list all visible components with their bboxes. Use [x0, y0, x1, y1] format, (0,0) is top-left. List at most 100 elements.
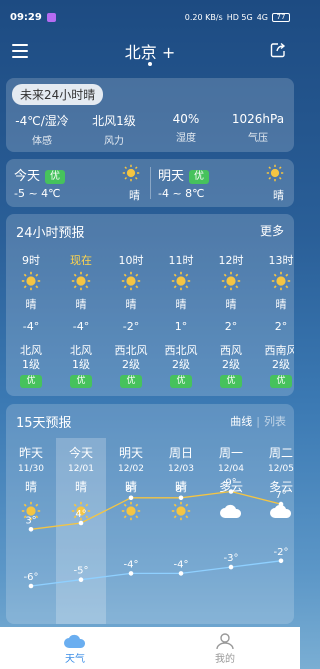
sun-icon — [6, 268, 56, 294]
sun-icon — [122, 164, 140, 182]
bottom-nav: 天气 我的 — [0, 627, 300, 669]
hour-column[interactable]: 12时晴 2° 西风 2级优 — [206, 252, 256, 388]
low-temp-label: -6° — [24, 572, 39, 583]
sun-icon — [106, 268, 156, 294]
hour-wind-dir: 西风 — [220, 344, 242, 357]
today-label: 今天 — [14, 169, 41, 184]
view-list-tab[interactable]: 列表 — [264, 415, 286, 428]
city-title[interactable]: 北京 + — [0, 39, 300, 63]
high-temp-point — [78, 520, 84, 526]
today-tomorrow-card[interactable]: 今天优 -5 ~ 4℃ 晴 明天优 -4 ~ 8℃ 晴 — [6, 159, 294, 207]
forecast-title: 15天预报 — [16, 416, 72, 431]
hour-time: 现在 — [70, 254, 92, 267]
low-temp-point — [28, 583, 34, 589]
today-temps: -5 ~ 4℃ — [14, 187, 61, 200]
aqi-badge: 优 — [20, 375, 42, 388]
aqi-badge: 优 — [189, 169, 210, 184]
hour-condition: 晴 — [25, 298, 37, 311]
hour-wind-level: 2级 — [272, 358, 290, 371]
hour-wind-dir: 西北风 — [114, 344, 148, 357]
high-temp-label: 3° — [25, 515, 36, 526]
stat-wind: 北风1级 风力 — [78, 112, 150, 147]
hour-condition: 晴 — [225, 298, 237, 311]
sun-icon — [266, 164, 284, 182]
high-temp-point — [28, 527, 34, 532]
sun-icon — [156, 268, 206, 294]
hour-condition: 晴 — [75, 298, 87, 311]
hourly-forecast-card: 24小时预报 更多 9时晴 -4° 北风 1级优现在晴 -4° 北风 1级优 10时晴 -2° 西… — [6, 214, 294, 396]
view-curve-tab[interactable]: 曲线 — [230, 415, 252, 428]
sun-icon — [256, 268, 294, 294]
high-temp-label: 8° — [125, 484, 136, 495]
stat-label: 气压 — [248, 133, 268, 144]
now-stats: -4℃/湿冷 体感 北风1级 风力 40% 湿度 1026hPa 气压 — [6, 112, 294, 147]
aqi-badge: 优 — [45, 169, 66, 184]
forecast-columns[interactable]: 昨天 11/30 晴今天 12/01 晴明天 12/02 晴周日 12/03 晴周一 12/04 多… — [6, 438, 294, 624]
signal-icon: 4G — [256, 12, 268, 22]
stat-value: 1026hPa — [231, 112, 285, 126]
stat-feels-like: -4℃/湿冷 体感 — [6, 112, 78, 147]
hour-column[interactable]: 13时晴 2° 西南风 2级优 — [256, 252, 294, 388]
hour-wind-level: 1级 — [72, 358, 90, 371]
high-temp-label: 4° — [75, 509, 86, 520]
hour-time: 10时 — [118, 254, 144, 267]
hour-wind-level: 2级 — [222, 358, 240, 371]
low-temp-line — [30, 560, 282, 587]
hour-temp: 2° — [224, 320, 238, 333]
hour-column[interactable]: 9时晴 -4° 北风 1级优 — [6, 252, 56, 388]
low-temp-point — [78, 577, 84, 582]
hour-temp: -4° — [22, 320, 40, 333]
more-link[interactable]: 更多 — [260, 222, 284, 239]
temperature-curve: 3° 4° 8° 8° 9° 7° -6° -5° -4° -4° -3° -2° — [24, 478, 288, 589]
hour-wind-level: 2级 — [172, 358, 190, 371]
hour-time: 13时 — [268, 254, 294, 267]
hour-time: 9时 — [22, 254, 40, 267]
high-temp-label: 7° — [275, 490, 286, 501]
nav-mine-label: 我的 — [215, 653, 235, 665]
low-temp-point — [178, 571, 184, 576]
stat-pressure: 1026hPa 气压 — [222, 112, 294, 147]
view-switch: 曲线 | 列表 — [230, 413, 286, 429]
aqi-badge: 优 — [120, 375, 142, 388]
tomorrow-summary[interactable]: 明天优 -4 ~ 8℃ 晴 — [150, 159, 294, 207]
hour-condition: 晴 — [125, 298, 137, 311]
stat-humidity: 40% 湿度 — [150, 112, 222, 147]
hour-wind-dir: 西南风 — [264, 344, 295, 357]
high-temp-point — [128, 495, 134, 501]
nav-weather-label: 天气 — [65, 653, 85, 665]
low-temp-point — [278, 558, 284, 564]
notification-icon — [46, 12, 56, 22]
nav-mine[interactable]: 我的 — [150, 627, 300, 669]
low-temp-label: -3° — [224, 553, 239, 564]
stat-value: 40% — [172, 112, 200, 126]
high-temp-label: 8° — [175, 484, 186, 495]
hour-wind-dir: 北风 — [20, 344, 42, 357]
hour-time: 11时 — [168, 254, 194, 267]
hour-column[interactable]: 11时晴 1° 西北风 2级优 — [156, 252, 206, 388]
network-type: HD 5G — [226, 12, 253, 22]
hour-condition: 晴 — [175, 298, 187, 311]
today-summary[interactable]: 今天优 -5 ~ 4℃ 晴 — [6, 159, 150, 207]
hour-wind-level: 2级 — [122, 358, 140, 371]
today-condition: 晴 — [129, 189, 140, 202]
hour-temp: 1° — [174, 320, 188, 333]
user-icon — [216, 632, 234, 649]
nav-weather[interactable]: 天气 — [0, 627, 150, 669]
top-bar: 北京 + — [0, 36, 300, 70]
hourly-columns[interactable]: 9时晴 -4° 北风 1级优现在晴 -4° 北风 1级优 10时晴 -2° 西北风 2级优 11时晴 1… — [6, 252, 294, 392]
cloud-icon — [64, 634, 86, 648]
hour-column[interactable]: 现在晴 -4° 北风 1级优 — [56, 252, 106, 388]
stat-label: 风力 — [104, 136, 124, 147]
high-temp-label: 9° — [225, 478, 236, 489]
share-icon[interactable] — [270, 42, 286, 58]
low-temp-label: -4° — [174, 559, 189, 570]
low-temp-label: -5° — [74, 566, 89, 577]
hourly-title: 24小时预报 — [16, 226, 85, 241]
low-temp-point — [228, 564, 234, 570]
stat-value: -4℃/湿冷 — [15, 114, 69, 128]
battery-icon: 77 — [272, 12, 290, 22]
tomorrow-label: 明天 — [158, 169, 185, 184]
hour-column[interactable]: 10时晴 -2° 西北风 2级优 — [106, 252, 156, 388]
hour-time: 12时 — [218, 254, 244, 267]
aqi-badge: 优 — [70, 375, 92, 388]
